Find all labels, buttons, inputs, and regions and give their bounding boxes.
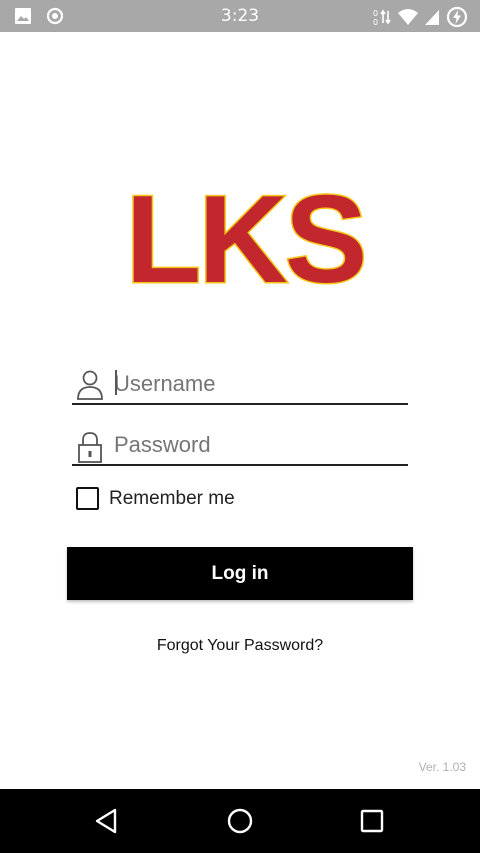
forgot-password-link[interactable]: Forgot Your Password? [0,637,480,655]
svg-text:0: 0 [373,9,378,18]
remember-me-label: Remember me [109,487,235,509]
home-icon[interactable] [224,805,256,837]
login-button[interactable]: Log in [67,547,413,600]
remember-me-row[interactable]: Remember me [76,487,235,510]
svg-text:0: 0 [373,18,378,27]
signal-icon [424,8,440,31]
user-icon [76,369,103,400]
username-field[interactable] [72,365,408,405]
remember-me-checkbox[interactable] [76,487,99,510]
password-field[interactable] [72,426,408,466]
data-transfer-icon: 00 [372,7,392,32]
password-input[interactable] [114,428,404,462]
battery-charging-icon [446,6,468,33]
status-bar: 3:23 00 [0,0,480,32]
lock-icon [76,430,102,463]
status-right-icons: 00 [372,6,468,33]
recents-icon[interactable] [356,805,388,837]
text-cursor [115,370,117,395]
back-icon[interactable] [91,805,123,837]
navigation-bar [0,789,480,853]
version-label: Ver. 1.03 [418,760,466,774]
username-input[interactable] [114,367,404,401]
wifi-icon [398,8,418,31]
app-logo: LKS [124,170,369,300]
logo-text: LKS [126,171,365,300]
